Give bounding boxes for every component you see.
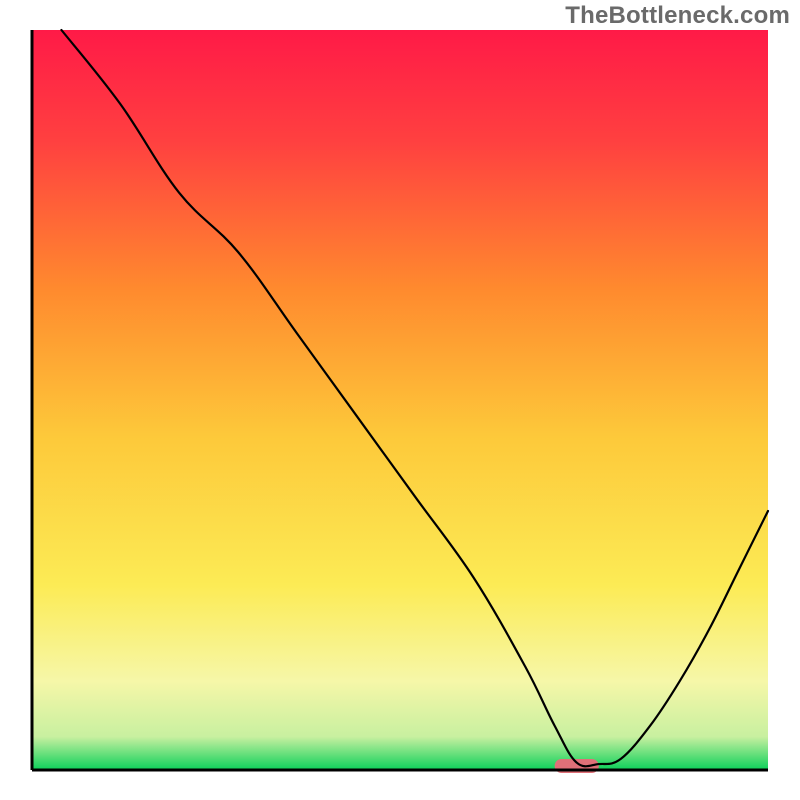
chart-container: TheBottleneck.com (0, 0, 800, 800)
bottleneck-chart (0, 0, 800, 800)
gradient-background (32, 30, 768, 770)
watermark-text: TheBottleneck.com (565, 2, 790, 30)
plot-area (32, 30, 768, 773)
